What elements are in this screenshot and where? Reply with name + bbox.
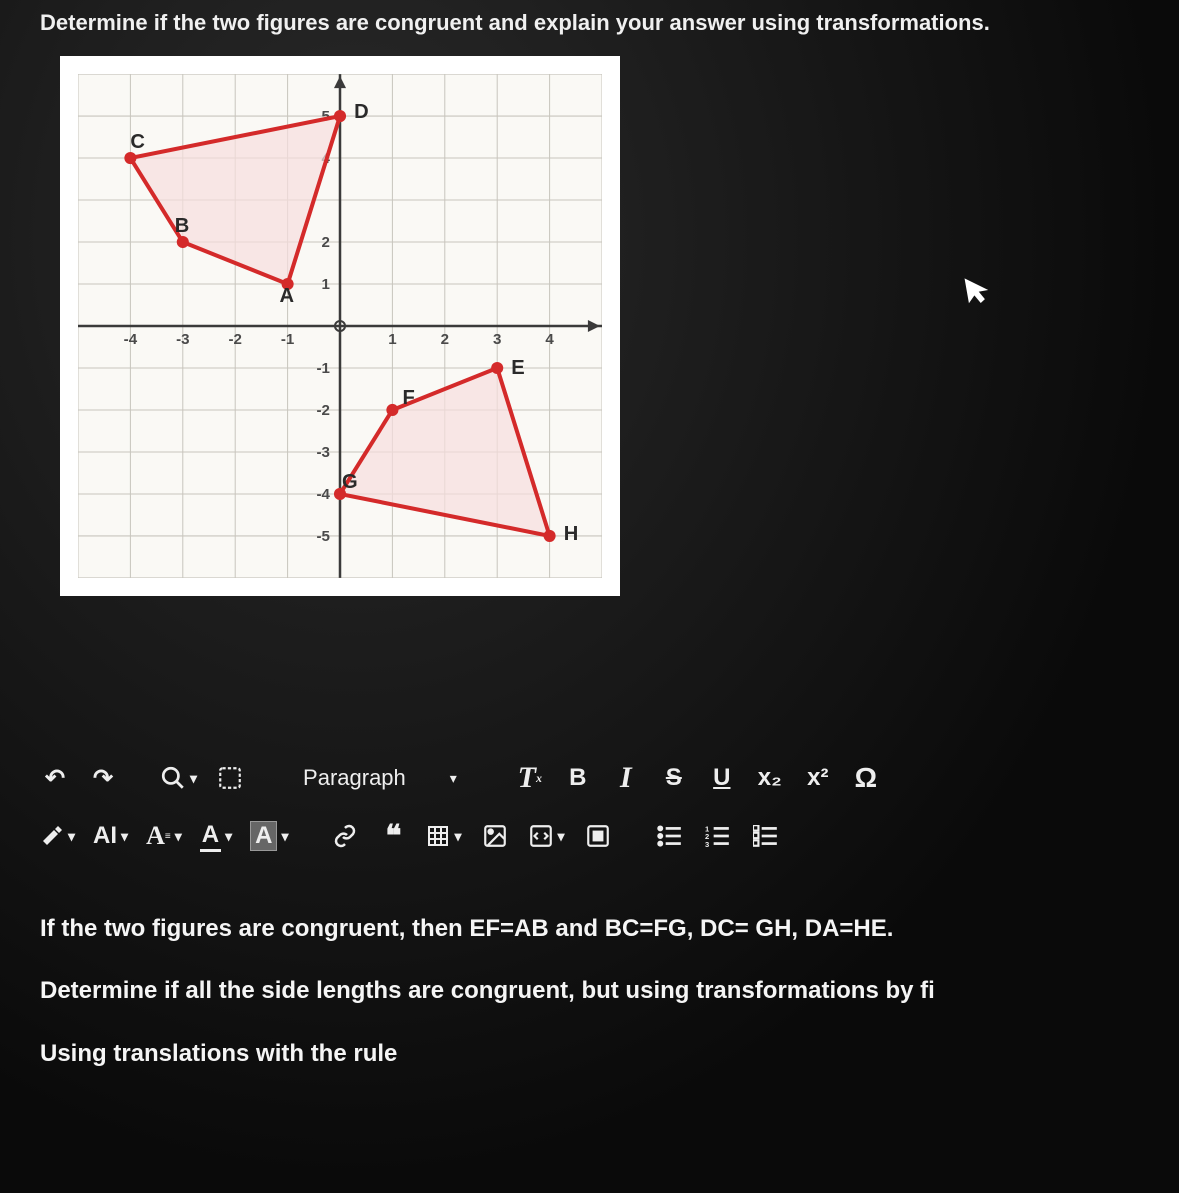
svg-text:-2: -2 [228,331,241,348]
chevron-down-icon: ▾ [558,828,565,845]
svg-text:-1: -1 [281,331,294,348]
pen-button[interactable]: ▾ [40,818,75,854]
table-button[interactable]: ▾ [426,818,461,854]
svg-text:E: E [511,357,524,379]
superscript-button[interactable]: x² [803,760,833,796]
svg-text:-3: -3 [316,444,329,461]
undo-button[interactable]: ↶ [40,760,70,796]
svg-text:4: 4 [545,331,554,348]
svg-text:-2: -2 [316,402,329,419]
svg-text:-4: -4 [316,486,330,503]
editor-toolbar: ↶ ↷ ▾ Paragraph ▾ Tx B I S U x₂ x² Ω ▾ A… [30,756,1149,858]
bullet-list-button[interactable] [655,818,685,854]
italic-button[interactable]: I [611,760,641,796]
svg-text:1: 1 [322,276,330,293]
number-list-button[interactable]: 123 [703,818,733,854]
font-family-button[interactable]: A≡▾ [146,818,182,854]
svg-text:G: G [342,471,358,493]
coordinate-graph: -4-3-2-11234-5-4-3-2-11245ABCDEFGH [60,56,620,596]
question-text: Determine if the two figures are congrue… [40,10,1149,36]
answer-editor[interactable]: If the two figures are congruent, then E… [30,898,1149,1085]
answer-line-1: If the two figures are congruent, then E… [40,898,1149,960]
special-char-button[interactable]: Ω [851,760,881,796]
link-button[interactable] [330,818,360,854]
fullscreen-button[interactable] [215,760,245,796]
chevron-down-icon: ▾ [454,828,461,845]
subscript-button[interactable]: x₂ [755,760,785,796]
svg-text:-5: -5 [316,528,329,545]
answer-line-2: Determine if all the side lengths are co… [40,960,1149,1022]
svg-text:D: D [354,101,369,123]
ai-button[interactable]: AI▾ [93,818,128,854]
svg-text:H: H [564,523,579,545]
svg-text:-1: -1 [316,360,329,377]
graph-svg: -4-3-2-11234-5-4-3-2-11245ABCDEFGH [78,74,602,578]
chevron-down-icon: ▾ [68,828,75,845]
underline-button[interactable]: U [707,760,737,796]
svg-text:2: 2 [322,234,330,251]
embed-button[interactable]: ▾ [528,818,565,854]
block-format-select[interactable]: Paragraph ▾ [287,765,473,791]
mouse-cursor-icon [962,273,994,314]
zoom-button[interactable]: ▾ [160,760,197,796]
svg-text:1: 1 [388,331,396,348]
redo-button[interactable]: ↷ [88,760,118,796]
chevron-down-icon: ▾ [450,770,457,787]
svg-text:C: C [130,131,145,153]
highlight-button[interactable]: A▾ [250,818,288,854]
font-color-button[interactable]: A▾ [200,818,232,854]
task-list-button[interactable] [751,818,781,854]
toolbar-row-2: ▾ AI▾ A≡▾ A▾ A▾ ❝ ▾ ▾ 123 [40,814,1149,858]
toolbar-row-1: ↶ ↷ ▾ Paragraph ▾ Tx B I S U x₂ x² Ω [40,756,1149,800]
svg-text:-4: -4 [124,331,138,348]
clear-format-button[interactable]: Tx [515,760,545,796]
chevron-down-icon: ▾ [190,770,197,787]
quote-button[interactable]: ❝ [378,818,408,854]
svg-text:3: 3 [493,331,501,348]
svg-text:2: 2 [441,331,449,348]
bold-button[interactable]: B [563,760,593,796]
strike-button[interactable]: S [659,760,689,796]
answer-line-3: Using translations with the rule [40,1023,1149,1085]
svg-text:3: 3 [705,840,709,847]
media-button[interactable] [583,818,613,854]
svg-text:A: A [280,285,295,307]
block-format-label: Paragraph [303,765,406,791]
svg-text:F: F [402,387,414,409]
svg-text:B: B [175,215,190,237]
image-button[interactable] [480,818,510,854]
svg-text:-3: -3 [176,331,189,348]
